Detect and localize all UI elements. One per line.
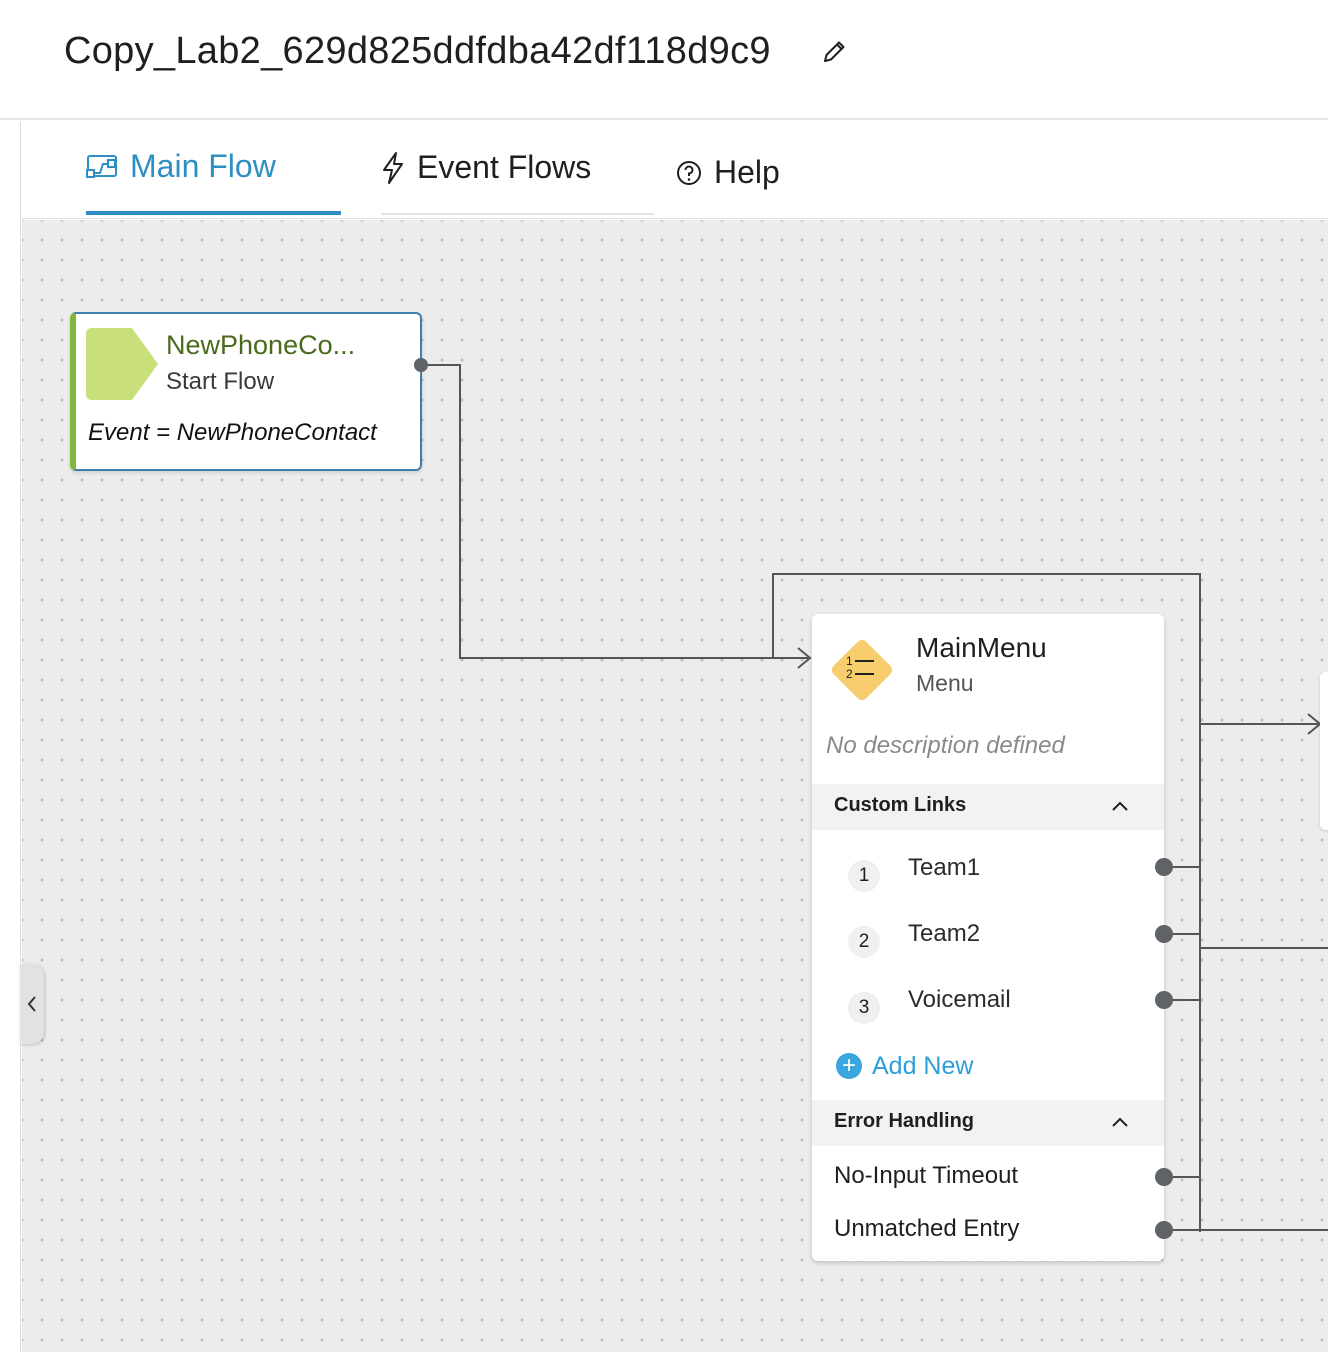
menu-list-icon: 1 2 [831,639,893,701]
flow-diagram-icon [86,154,117,178]
tab-bar: Main Flow Event Flows Help [22,122,1328,219]
tab-main-flow[interactable]: Main Flow [86,122,341,215]
start-flow-node[interactable]: NewPhoneCo... Start Flow Event = NewPhon… [70,312,422,471]
panel-collapse-handle[interactable] [20,964,44,1044]
tab-help-label: Help [714,154,780,190]
error-unmatched-entry[interactable]: Unmatched Entry [834,1215,1019,1243]
custom-links-header[interactable]: Custom Links [812,784,1164,830]
chevron-up-icon [1112,1117,1128,1127]
custom-links-title: Custom Links [834,794,967,816]
question-circle-icon [677,160,701,185]
no-input-timeout-port[interactable] [1155,1168,1173,1186]
error-handling-title: Error Handling [834,1110,975,1132]
menu-node-type: Menu [916,670,974,696]
chevron-up-icon [1112,801,1128,811]
error-no-input-timeout[interactable]: No-Input Timeout [834,1162,1018,1190]
custom-link-row[interactable]: 1 Team1 [812,850,1164,900]
menu-node-name: MainMenu [916,632,1047,663]
link-number: 2 [848,926,880,958]
link-label: Team2 [908,920,981,947]
start-node-type: Start Flow [166,368,275,395]
error-handling-header[interactable]: Error Handling [812,1100,1164,1146]
voicemail-output-port[interactable] [1155,991,1173,1009]
tab-event-flows[interactable]: Event Flows [381,122,654,215]
menu-node[interactable]: 1 2 MainMenu Menu No description defined… [812,614,1164,1261]
pencil-icon[interactable] [820,38,848,66]
start-node-name: NewPhoneCo... [166,330,356,360]
add-new-link-button[interactable]: + Add New [836,1050,973,1082]
offscreen-node[interactable] [1320,672,1328,830]
team1-output-port[interactable] [1155,858,1173,876]
flow-header: Copy_Lab2_629d825ddfdba42df118d9c9 [0,0,1328,120]
chevron-left-icon [27,996,36,1012]
unmatched-entry-port[interactable] [1155,1221,1173,1239]
start-node-event: Event = NewPhoneContact [88,419,377,446]
custom-link-row[interactable]: 2 Team2 [812,916,1164,966]
flow-title: Copy_Lab2_629d825ddfdba42df118d9c9 [64,30,771,72]
link-label: Team1 [908,854,981,881]
left-rail [0,122,21,1352]
start-flow-icon [86,328,158,400]
svg-text:2: 2 [846,667,853,681]
tab-main-flow-label: Main Flow [130,148,276,184]
link-number: 1 [848,860,880,892]
menu-node-description: No description defined [826,732,1065,759]
lightning-icon [383,151,403,184]
add-new-label: Add New [872,1051,974,1080]
team2-output-port[interactable] [1155,925,1173,943]
tab-help[interactable]: Help [676,126,806,219]
link-label: Voicemail [908,986,1011,1013]
plus-circle-icon: + [836,1053,862,1079]
link-number: 3 [848,992,880,1024]
custom-link-row[interactable]: 3 Voicemail [812,982,1164,1032]
start-output-port[interactable] [414,358,428,372]
tab-event-flows-label: Event Flows [417,149,592,185]
svg-text:1: 1 [846,654,853,668]
